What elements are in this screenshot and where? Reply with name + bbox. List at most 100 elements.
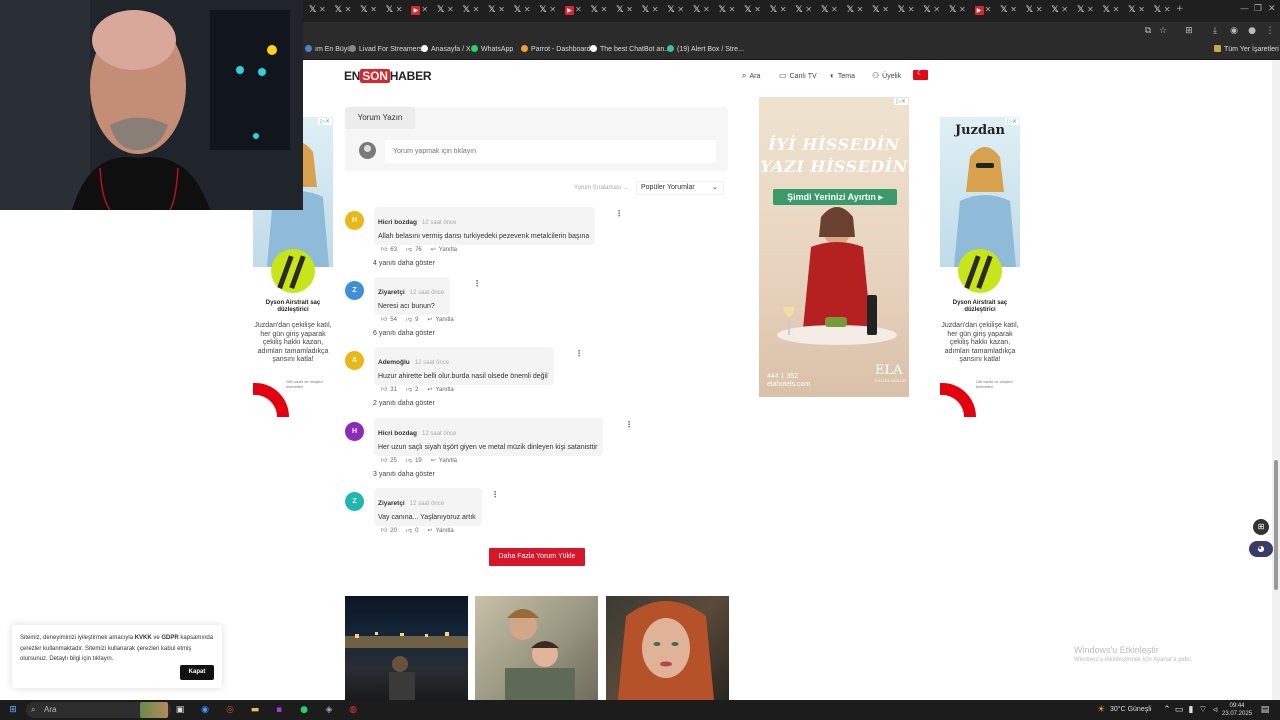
star-icon[interactable]: ☆: [1157, 25, 1169, 37]
download-icon[interactable]: ⤓: [1209, 25, 1221, 37]
bookmark-item[interactable]: Parrot - Dashboard: [521, 45, 591, 53]
menu-icon[interactable]: ⋮: [1264, 25, 1276, 37]
browser-tab[interactable]: ▶ ✕: [971, 4, 993, 18]
browser-tab[interactable]: 𝕏 ✕: [510, 4, 532, 18]
close-tab-icon[interactable]: ✕: [831, 5, 838, 14]
close-tab-icon[interactable]: ✕: [908, 5, 915, 14]
turkey-flag-icon[interactable]: [913, 69, 928, 80]
gdpr-link[interactable]: GDPR: [161, 635, 178, 641]
close-tab-icon[interactable]: ✕: [652, 5, 659, 14]
close-tab-icon[interactable]: ✕: [1010, 5, 1017, 14]
reply-link[interactable]: Yanıtla: [435, 387, 453, 393]
page-scrollbar[interactable]: [1272, 60, 1280, 700]
show-replies-link[interactable]: 4 yanıtı daha göster: [373, 260, 435, 267]
load-more-comments-button[interactable]: Daha Fazla Yorum Yükle: [489, 548, 585, 566]
browser-tab[interactable]: 𝕏 ✕: [663, 4, 685, 18]
reply-link[interactable]: Yanıtla: [439, 247, 457, 253]
taskbar-clock[interactable]: 09:44 23.07.2025: [1222, 702, 1252, 718]
browser-tab[interactable]: 𝕏 ✕: [1124, 4, 1146, 18]
browser-tab[interactable]: 𝕏 ✕: [689, 4, 711, 18]
thumbs-down-icon[interactable]: 👎︎: [406, 458, 412, 464]
browser-tab[interactable]: 𝕏 ✕: [791, 4, 813, 18]
cast-icon[interactable]: ⧉: [1142, 25, 1154, 37]
close-tab-icon[interactable]: ✕: [882, 5, 889, 14]
browser-tab[interactable]: 𝕏 ✕: [305, 4, 327, 18]
hotel-ad[interactable]: ▷✕ İYİ HİSSEDİN YAZI HİSSEDİN Şimdi Yeri…: [759, 97, 909, 397]
close-tab-icon[interactable]: ✕: [857, 5, 864, 14]
browser-tab[interactable]: 𝕏 ✕: [894, 4, 916, 18]
reply-link[interactable]: Yanıtla: [435, 317, 453, 323]
app-icon[interactable]: ▪: [272, 703, 286, 717]
close-tab-icon[interactable]: ✕: [729, 5, 736, 14]
close-tab-icon[interactable]: ✕: [370, 5, 377, 14]
task-view-icon[interactable]: ▣: [173, 703, 187, 717]
extensions-icon[interactable]: ⊞: [1183, 25, 1195, 37]
browser-tab[interactable]: 𝕏 ✕: [996, 4, 1018, 18]
thumbs-down-icon[interactable]: 👎︎: [406, 247, 412, 253]
thumbs-up-icon[interactable]: 👍︎: [381, 458, 387, 464]
thumbs-up-icon[interactable]: 👍︎: [381, 528, 387, 534]
widgets-image[interactable]: [140, 702, 168, 718]
browser-tab[interactable]: 𝕏 ✕: [868, 4, 890, 18]
comment-input[interactable]: [385, 140, 716, 163]
browser-tab[interactable]: 𝕏 ✕: [1099, 4, 1121, 18]
close-tab-icon[interactable]: ✕: [549, 5, 556, 14]
browser-tab[interactable]: 𝕏 ✕: [1022, 4, 1044, 18]
reply-link[interactable]: Yanıtla: [435, 528, 453, 534]
kvkk-link[interactable]: KVKK: [135, 635, 152, 641]
obs-icon[interactable]: ◍: [346, 703, 360, 717]
weather-temp[interactable]: 30°C Güneşli: [1110, 706, 1151, 713]
close-tab-icon[interactable]: ✕: [1036, 5, 1043, 14]
browser-tab[interactable]: 𝕏 ✕: [612, 4, 634, 18]
news-thumbnail-image[interactable]: [606, 596, 729, 700]
thumbs-down-icon[interactable]: 👎︎: [406, 317, 412, 323]
browser-tab[interactable]: 𝕏 ✕: [919, 4, 941, 18]
close-tab-icon[interactable]: ✕: [601, 5, 608, 14]
tab-write-comment[interactable]: Yorum Yazın: [345, 107, 415, 129]
close-tab-icon[interactable]: ✕: [447, 5, 454, 14]
close-tab-icon[interactable]: ✕: [319, 5, 326, 14]
browser-tab[interactable]: 𝕏 ✕: [843, 4, 865, 18]
juzdan-ad-right[interactable]: ▷✕ Juzdan Dyson Airstrait saç düzleştiri…: [940, 117, 1020, 417]
minimize-icon[interactable]: —: [1240, 4, 1249, 14]
show-replies-link[interactable]: 2 yanıtı daha göster: [373, 400, 435, 407]
browser-tab[interactable]: 𝕏 ✕: [715, 4, 737, 18]
profile-icon[interactable]: ◉: [1228, 25, 1240, 37]
close-tab-icon[interactable]: ✕: [754, 5, 761, 14]
chat-widget-icon[interactable]: ◕: [1249, 541, 1273, 557]
browser-tab[interactable]: 𝕏 ✕: [1150, 4, 1172, 18]
reply-link[interactable]: Yanıtla: [439, 458, 457, 464]
browser-tab[interactable]: 𝕏 ✕: [331, 4, 353, 18]
browser-tab[interactable]: 𝕏 ✕: [1073, 4, 1095, 18]
thumbs-up-icon[interactable]: 👍︎: [381, 387, 387, 393]
more-options-icon[interactable]: ⋮: [491, 490, 499, 499]
close-tab-icon[interactable]: ✕: [1164, 5, 1171, 14]
close-tab-icon[interactable]: ✕: [524, 5, 531, 14]
sort-select[interactable]: Popüler Yorumlar ⌄: [636, 181, 724, 195]
close-tab-icon[interactable]: ✕: [1138, 5, 1145, 14]
close-tab-icon[interactable]: ✕: [1061, 5, 1068, 14]
close-window-icon[interactable]: ✕: [1268, 4, 1276, 14]
browser-tab[interactable]: 𝕏 ✕: [459, 4, 481, 18]
close-tab-icon[interactable]: ✕: [345, 5, 352, 14]
nav-search[interactable]: ⌕ Ara: [742, 71, 760, 81]
browser-tab[interactable]: 𝕏 ✕: [433, 4, 455, 18]
all-bookmarks[interactable]: Tüm Yer İşaretleri: [1214, 45, 1279, 53]
browser-tab[interactable]: 𝕏 ✕: [1047, 4, 1069, 18]
show-replies-link[interactable]: 3 yanıtı daha göster: [373, 471, 435, 478]
close-tab-icon[interactable]: ✕: [1113, 5, 1120, 14]
nav-live-tv[interactable]: ▭ Canlı TV: [779, 71, 817, 80]
thumbs-up-icon[interactable]: 👍︎: [381, 247, 387, 253]
news-thumbnail-image[interactable]: [345, 596, 468, 700]
cookie-close-button[interactable]: Kapat: [180, 665, 214, 680]
nav-membership[interactable]: ⚇ Üyelik: [872, 71, 901, 80]
close-tab-icon[interactable]: ✕: [805, 5, 812, 14]
browser-tab[interactable]: ▶ ✕: [407, 4, 429, 18]
close-tab-icon[interactable]: ✕: [677, 5, 684, 14]
bookmark-item[interactable]: (19) Alert Box / Stre...: [667, 45, 744, 53]
browser-tab[interactable]: 𝕏 ✕: [587, 4, 609, 18]
thumbs-up-icon[interactable]: 👍︎: [381, 317, 387, 323]
edge-icon[interactable]: ◉: [198, 703, 212, 717]
browser-tab[interactable]: 𝕏 ✕: [382, 4, 404, 18]
more-options-icon[interactable]: ⋮: [625, 420, 633, 429]
